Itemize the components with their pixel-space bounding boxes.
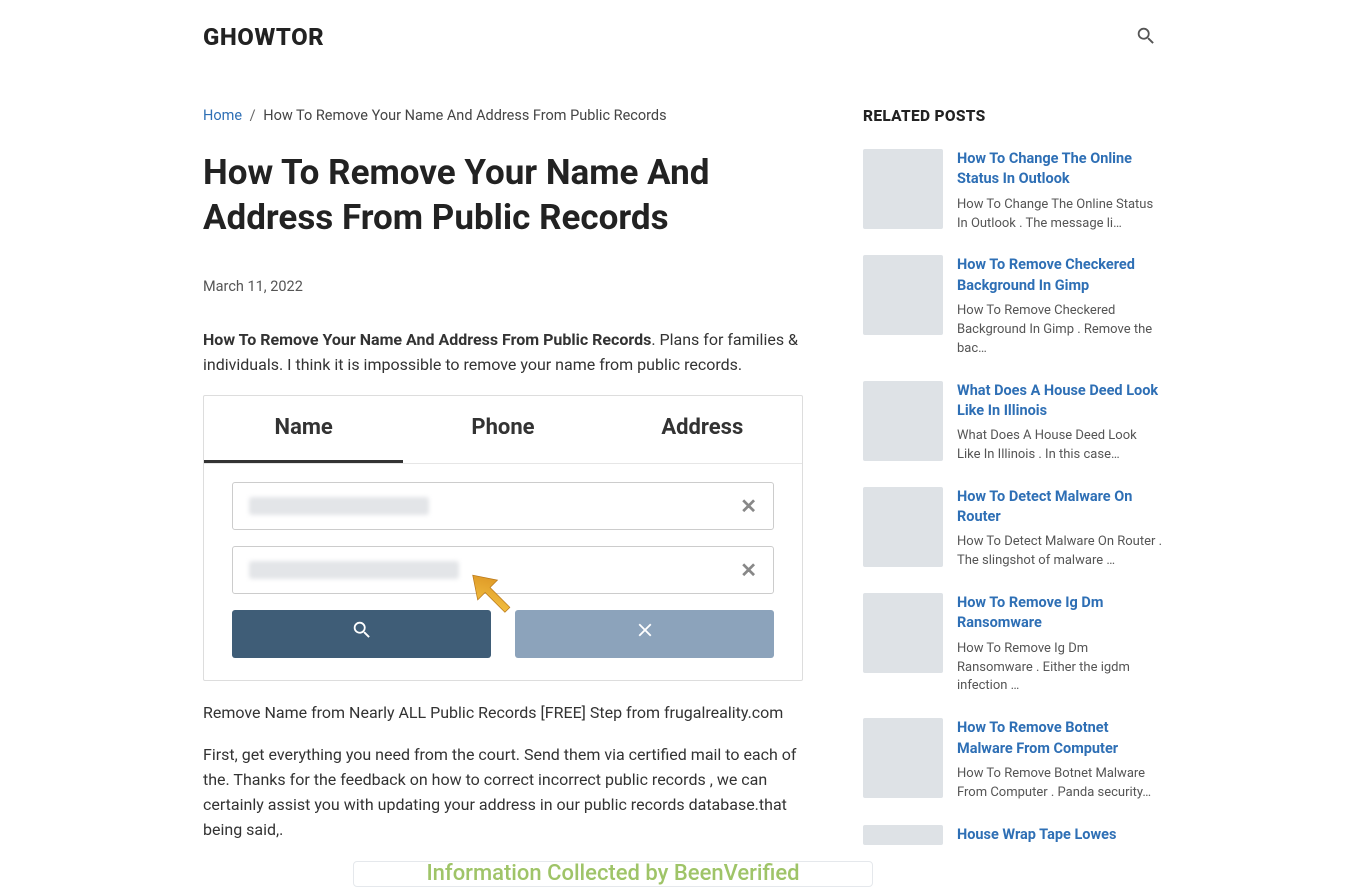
related-excerpt: How To Remove Botnet Malware From Comput… [957,765,1163,803]
related-post-link[interactable]: How To Detect Malware On Router [957,488,1132,525]
figure-tab-name: Name [204,396,403,462]
article-figure-2: Information Collected by BeenVerified [203,861,803,887]
related-thumbnail[interactable] [863,593,943,673]
related-post-link[interactable]: How To Remove Checkered Background In Gi… [957,256,1135,293]
related-thumbnail[interactable] [863,825,943,845]
figure-cancel-button [515,610,774,658]
related-excerpt: How To Detect Malware On Router . The sl… [957,533,1163,571]
related-post-link[interactable]: What Does A House Deed Look Like In Illi… [957,382,1158,419]
related-post-link[interactable]: House Wrap Tape Lowes [957,826,1116,843]
related-excerpt: How To Change The Online Status In Outlo… [957,196,1163,234]
related-thumbnail[interactable] [863,381,943,461]
related-post-link[interactable]: How To Remove Botnet Malware From Comput… [957,719,1118,756]
related-excerpt: How To Remove Ig Dm Ransomware . Either … [957,640,1163,697]
related-thumbnail[interactable] [863,255,943,335]
related-excerpt: What Does A House Deed Look Like In Illi… [957,427,1163,465]
search-button[interactable] [1129,19,1163,56]
lead-strong: How To Remove Your Name And Address From… [203,330,651,349]
search-icon [1135,35,1157,50]
related-post-item: How To Remove Ig Dm Ransomware How To Re… [863,593,1163,696]
related-posts-heading: RELATED POSTS [863,104,1163,129]
figure-search-button [232,610,491,658]
breadcrumb: Home / How To Remove Your Name And Addre… [203,104,803,127]
related-thumbnail[interactable] [863,149,943,229]
figure-2-heading-fragment: Information Collected by BeenVerified [426,861,799,887]
related-post-item: How To Detect Malware On Router How To D… [863,487,1163,571]
breadcrumb-separator: / [250,107,256,124]
breadcrumb-home-link[interactable]: Home [203,107,242,124]
site-logo[interactable]: GHOWTOR [203,18,324,56]
related-post-item: How To Change The Online Status In Outlo… [863,149,1163,233]
figure-input-1: ✕ [232,482,774,530]
related-thumbnail[interactable] [863,487,943,567]
figure-tab-address: Address [603,396,802,462]
related-post-item: What Does A House Deed Look Like In Illi… [863,381,1163,465]
body-paragraph-2: First, get everything you need from the … [203,743,803,842]
post-date: March 11, 2022 [203,275,803,298]
related-post-item: House Wrap Tape Lowes [863,825,1163,851]
figure-tab-phone: Phone [403,396,602,462]
blurred-text [249,561,459,579]
related-post-item: How To Remove Botnet Malware From Comput… [863,718,1163,802]
clear-icon: ✕ [740,554,757,586]
breadcrumb-current: How To Remove Your Name And Address From… [263,107,666,124]
clear-icon: ✕ [740,490,757,522]
close-icon [634,619,656,648]
related-thumbnail[interactable] [863,718,943,798]
blurred-text [249,497,429,515]
article-figure-1: Name Phone Address ✕ ✕ [203,395,803,680]
lead-paragraph: How To Remove Your Name And Address From… [203,328,803,378]
related-post-link[interactable]: How To Remove Ig Dm Ransomware [957,594,1103,631]
related-post-item: How To Remove Checkered Background In Gi… [863,255,1163,358]
page-title: How To Remove Your Name And Address From… [203,150,803,241]
figure-caption: Remove Name from Nearly ALL Public Recor… [203,701,803,726]
related-post-link[interactable]: How To Change The Online Status In Outlo… [957,150,1132,187]
search-icon [351,619,373,648]
related-excerpt: How To Remove Checkered Background In Gi… [957,302,1163,359]
